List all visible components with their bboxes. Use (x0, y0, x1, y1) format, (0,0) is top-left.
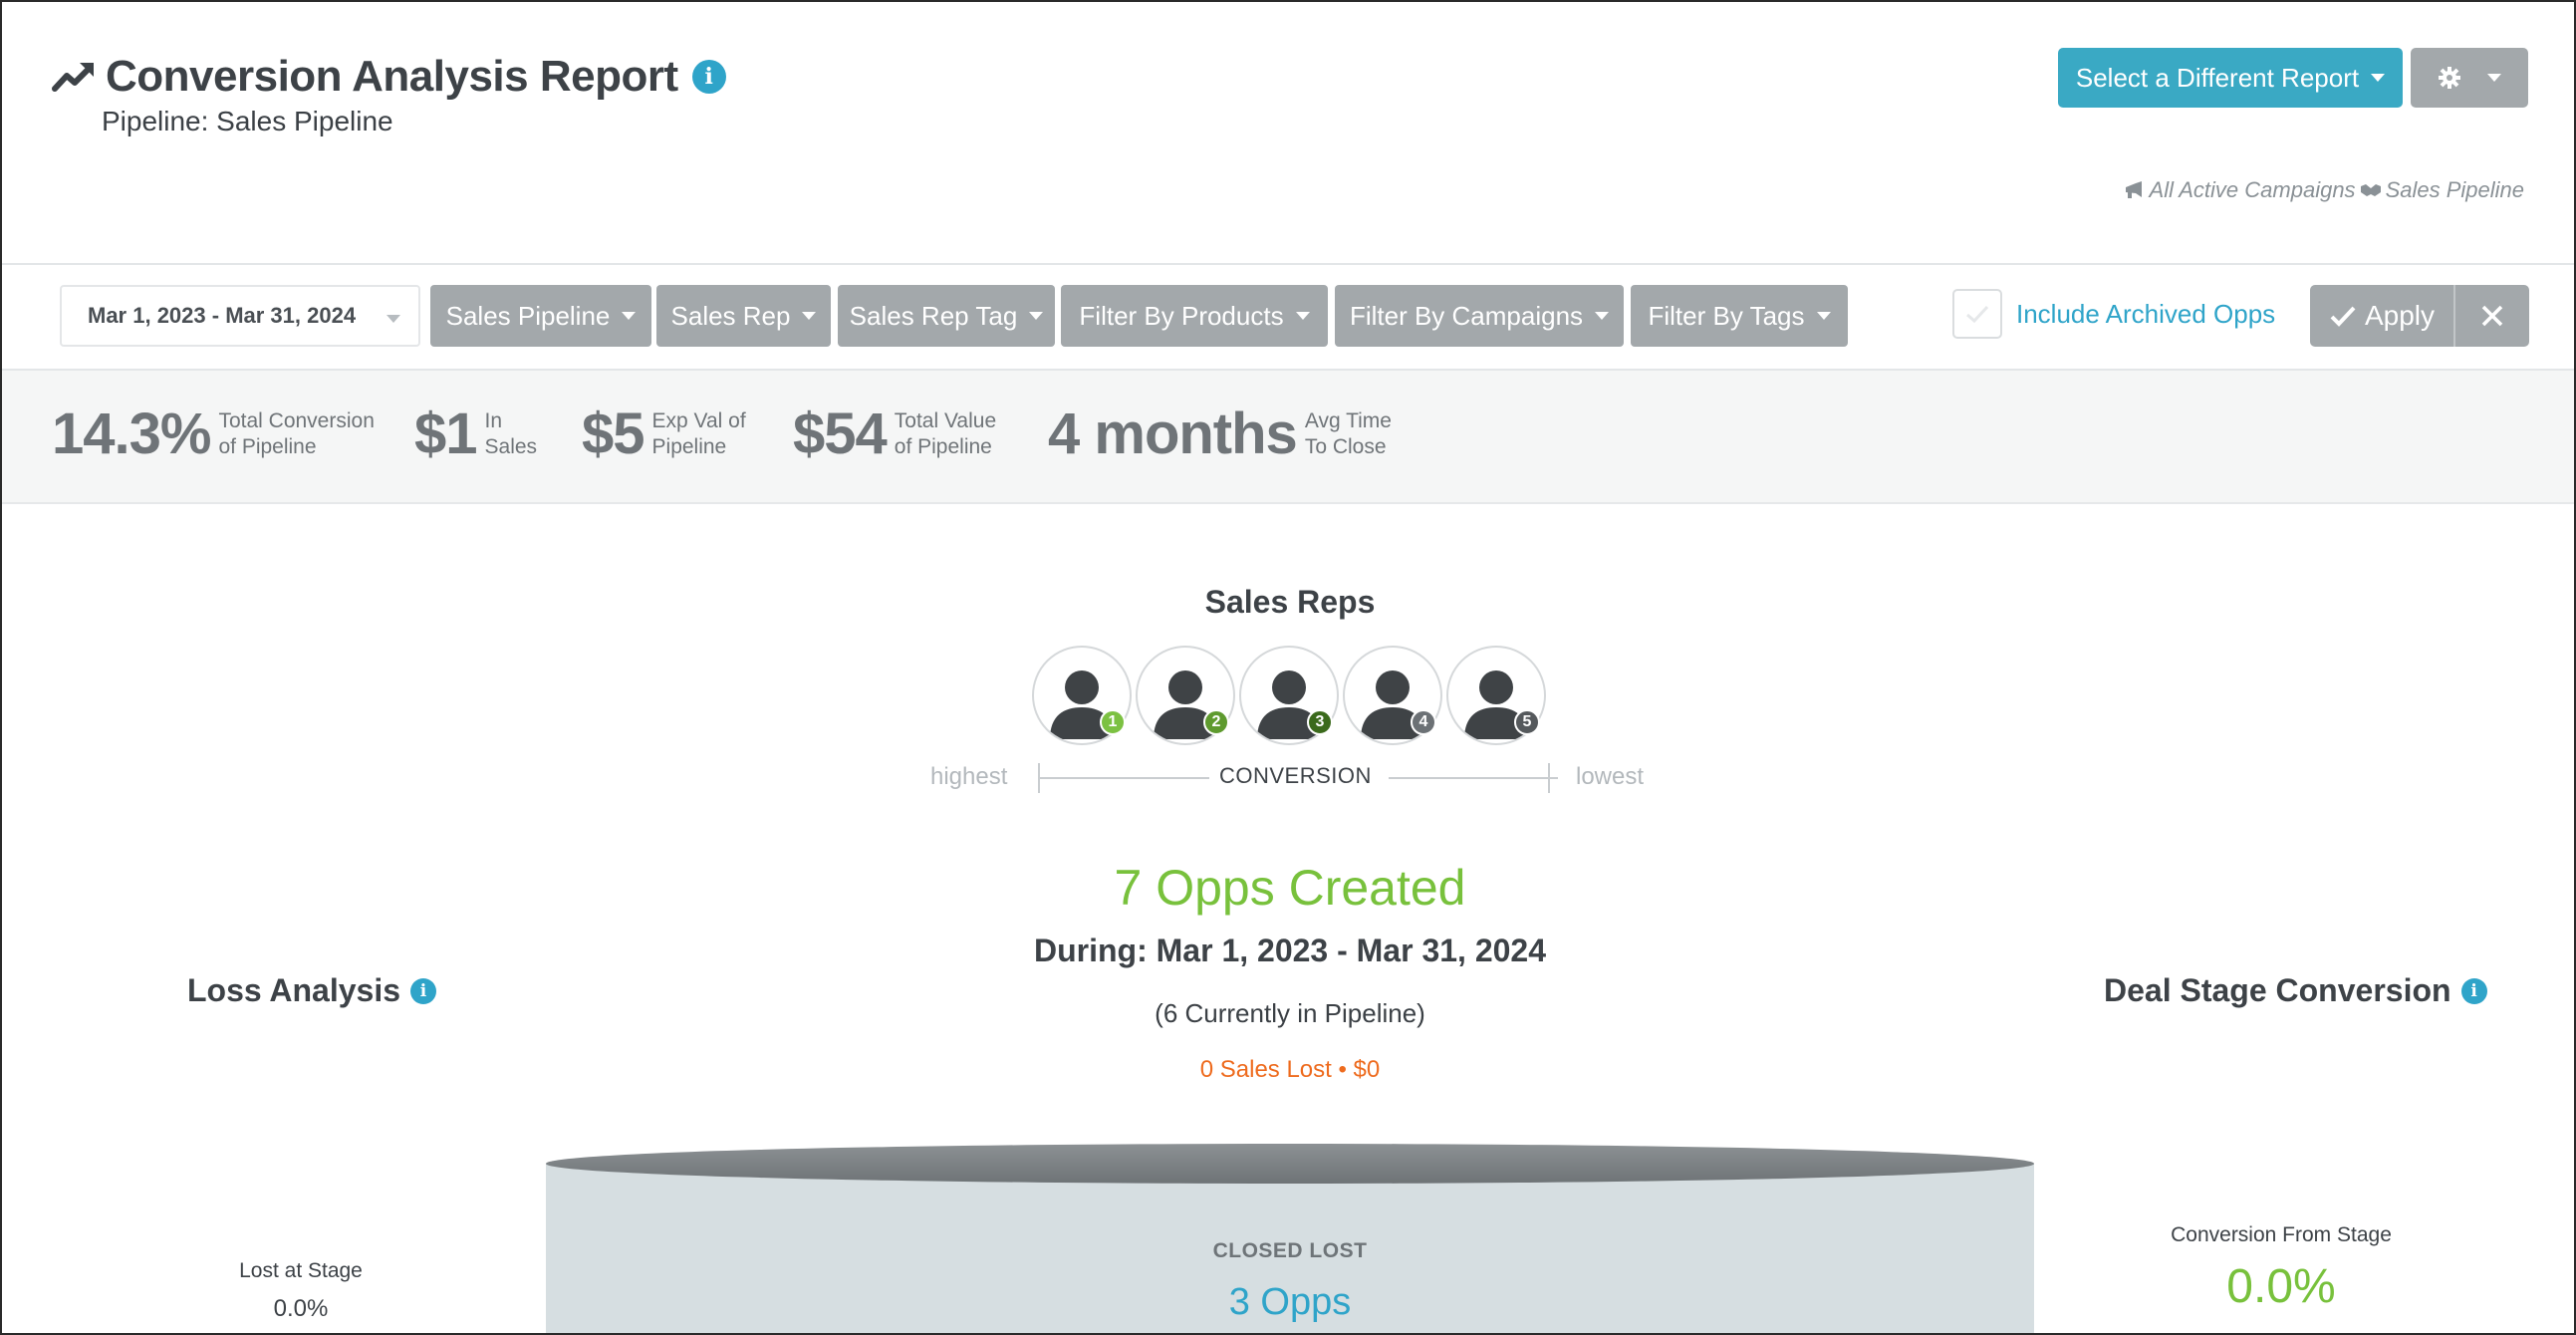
sales-rep-avatar-1[interactable]: 1 (1032, 646, 1132, 745)
sales-reps-title: Sales Reps (1204, 584, 1376, 620)
conversion-from-stage-label: Conversion From Stage (2171, 1223, 2392, 1246)
sales-rep-avatar-3[interactable]: 3 (1239, 646, 1339, 745)
stat-label: Total Value of Pipeline (894, 408, 997, 458)
select-report-label: Select a Different Report (2075, 62, 2360, 93)
scale-line-right (1389, 777, 1558, 779)
deal-stage-conversion-heading: Deal Stage Conversion i (2104, 972, 2487, 1009)
rank-badge: 3 (1307, 709, 1333, 735)
filter-label: Sales Rep (670, 300, 791, 331)
sales-rep-tag-filter[interactable]: Sales Rep Tag (838, 285, 1055, 347)
sales-rep-avatar-5[interactable]: 5 (1446, 646, 1546, 745)
include-archived-label[interactable]: Include Archived Opps (2016, 299, 2275, 330)
sales-rep-avatar-2[interactable]: 2 (1136, 646, 1235, 745)
stat-value: $5 (582, 401, 645, 466)
sales-pipeline-filter[interactable]: Sales Pipeline (430, 285, 651, 347)
stat-value: 14.3% (52, 401, 211, 466)
stat-label: In Sales (484, 408, 538, 458)
lost-at-stage-label: Lost at Stage (239, 1259, 363, 1282)
date-range-value: Mar 1, 2023 - Mar 31, 2024 (88, 303, 357, 328)
chevron-down-icon (622, 312, 637, 320)
apply-button[interactable]: Apply (2310, 285, 2455, 347)
campaigns-filter[interactable]: Filter By Campaigns (1335, 285, 1624, 347)
filter-label: Sales Pipeline (445, 300, 611, 331)
scale-highest-label: highest (930, 763, 1008, 790)
scale-line-left (1038, 777, 1209, 779)
sales-rep-avatars: 1 2 3 4 5 (1032, 646, 1546, 745)
page-title: Conversion Analysis Report (106, 52, 678, 101)
filter-label: Filter By Products (1079, 300, 1284, 331)
campaigns-label: All Active Campaigns (2149, 177, 2356, 202)
rank-badge: 2 (1203, 709, 1229, 735)
lost-at-stage-value: 0.0% (273, 1295, 329, 1322)
products-filter[interactable]: Filter By Products (1061, 285, 1328, 347)
scale-end-tick (1548, 763, 1550, 793)
deal-stage-conversion-title: Deal Stage Conversion (2104, 972, 2451, 1008)
handshake-icon (2360, 184, 2381, 196)
include-archived-checkbox[interactable] (1952, 289, 2002, 339)
loss-analysis-title: Loss Analysis (187, 972, 401, 1008)
rank-badge: 4 (1411, 709, 1436, 735)
scale-lowest-label: lowest (1576, 763, 1645, 790)
filter-label: Sales Rep Tag (849, 300, 1018, 331)
filter-label: Filter By Tags (1648, 300, 1805, 331)
check-icon (1966, 305, 1989, 324)
chevron-down-icon (2371, 74, 2386, 82)
sales-lost-summary: 0 Sales Lost • $0 (1199, 1056, 1381, 1083)
rank-badge: 1 (1100, 709, 1126, 735)
funnel-top-ellipse (546, 1144, 2034, 1184)
filter-bar: Mar 1, 2023 - Mar 31, 2024 Sales Pipelin… (2, 263, 2574, 371)
summary-stats: 14.3% Total Conversion of Pipeline $1 In S… (2, 371, 2574, 504)
scale-center-label: CONVERSION (1219, 763, 1372, 788)
chevron-down-icon (1595, 312, 1610, 320)
settings-dropdown-button[interactable] (2411, 48, 2528, 108)
trending-up-icon (52, 63, 94, 92)
date-range-picker[interactable]: Mar 1, 2023 - Mar 31, 2024 (60, 285, 420, 347)
pipeline-subtitle: Pipeline: Sales Pipeline (102, 106, 393, 136)
gear-icon (2439, 67, 2460, 89)
opps-created-headline: 7 Opps Created (1114, 860, 1466, 916)
rank-badge: 5 (1514, 709, 1540, 735)
loss-analysis-heading: Loss Analysis i (187, 972, 437, 1009)
chevron-down-icon (1295, 312, 1310, 320)
info-icon[interactable]: i (410, 977, 437, 1004)
apply-label: Apply (2364, 300, 2436, 331)
stat-avg-time-to-close: 4 months Avg Time To Close (1048, 400, 1392, 467)
clear-filters-button[interactable] (2455, 285, 2529, 347)
stat-total-value: $54 Total Value of Pipeline (793, 400, 996, 467)
stat-value: $1 (414, 401, 478, 466)
sales-rep-avatar-4[interactable]: 4 (1343, 646, 1442, 745)
stat-total-conversion: 14.3% Total Conversion of Pipeline (52, 400, 375, 467)
pipeline-label: Sales Pipeline (2385, 177, 2524, 202)
stat-value: 4 months (1048, 401, 1298, 466)
stat-in-sales: $1 In Sales (414, 400, 537, 467)
active-filters-summary: All Active Campaigns Sales Pipeline (2124, 177, 2524, 203)
chevron-down-icon (386, 315, 400, 323)
date-range-heading: During: Mar 1, 2023 - Mar 31, 2024 (1034, 933, 1546, 968)
chevron-down-icon (2487, 74, 2501, 82)
info-icon[interactable]: i (2460, 977, 2487, 1004)
chevron-down-icon (1029, 312, 1044, 320)
sales-rep-filter[interactable]: Sales Rep (656, 285, 831, 347)
tags-filter[interactable]: Filter By Tags (1631, 285, 1848, 347)
chevron-down-icon (802, 312, 817, 320)
stat-value: $54 (793, 401, 888, 466)
stat-label: Total Conversion of Pipeline (218, 408, 375, 458)
conversion-scale: highest CONVERSION lowest (928, 759, 1646, 799)
select-report-button[interactable]: Select a Different Report (2058, 48, 2403, 108)
info-icon[interactable]: i (691, 60, 726, 94)
title-row: Conversion Analysis Report i (52, 52, 726, 102)
stat-expected-value: $5 Exp Val of Pipeline (582, 400, 746, 467)
stat-label: Avg Time To Close (1304, 408, 1392, 458)
bullhorn-icon (2125, 181, 2142, 198)
check-icon (2330, 306, 2356, 327)
filter-label: Filter By Campaigns (1349, 300, 1584, 331)
stat-label: Exp Val of Pipeline (651, 408, 746, 458)
conversion-from-stage-value: 0.0% (2226, 1260, 2336, 1313)
chevron-down-icon (1816, 312, 1831, 320)
include-archived-toggle[interactable]: Include Archived Opps (1952, 289, 2275, 339)
report-page: Conversion Analysis Report i Pipeline: S… (0, 0, 2576, 1335)
close-icon (2481, 305, 2503, 327)
